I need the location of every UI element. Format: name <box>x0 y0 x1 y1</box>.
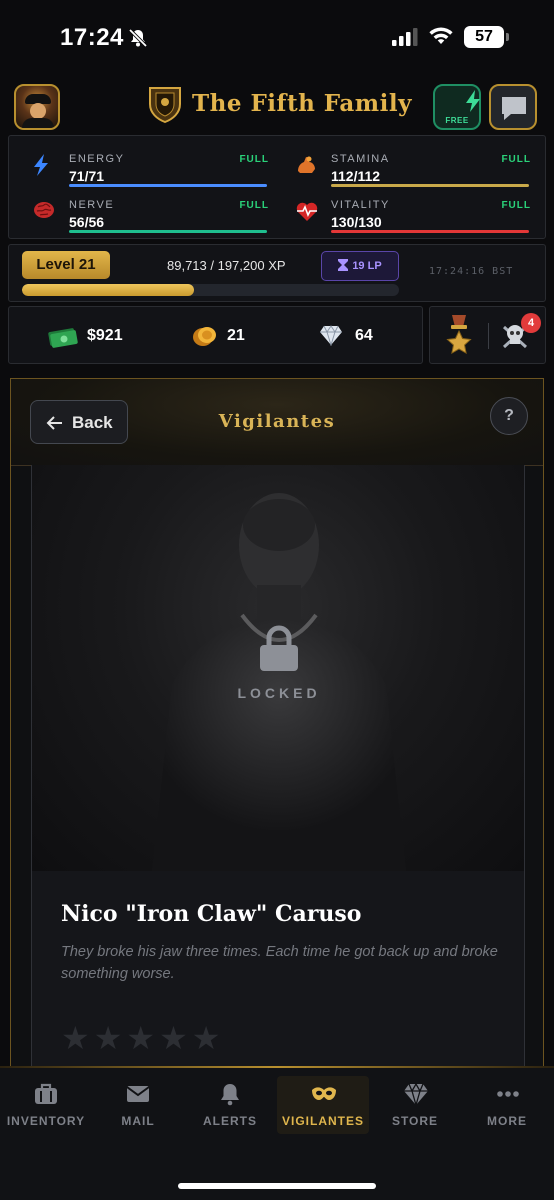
nav-vigilantes[interactable]: VIGILANTES <box>277 1076 369 1134</box>
stat-label: ENERGY <box>69 153 125 165</box>
heartbeat-icon <box>295 200 319 227</box>
mail-icon <box>126 1082 150 1111</box>
nav-mail[interactable]: MAIL <box>92 1076 184 1134</box>
currency-panel: $921 21 64 <box>8 306 423 364</box>
stat-energy[interactable]: ENERGY 71/71 FULL <box>9 142 269 188</box>
stat-label: NERVE <box>69 199 115 211</box>
stat-label: VITALITY <box>331 199 390 211</box>
nav-inventory[interactable]: INVENTORY <box>0 1076 92 1134</box>
signal-icon <box>392 28 418 51</box>
stat-value: 56/56 <box>69 214 105 230</box>
stat-status: FULL <box>239 200 269 211</box>
nav-label: MAIL <box>121 1114 155 1128</box>
xp-progress-fill <box>22 284 194 296</box>
stat-label: STAMINA <box>331 153 390 165</box>
divider <box>488 323 489 349</box>
wifi-icon <box>428 26 454 51</box>
lp-value: 19 LP <box>352 260 382 272</box>
bell-icon <box>218 1082 242 1111</box>
lp-badge[interactable]: 19 LP <box>321 251 399 281</box>
app-header: The Fifth Family FREE <box>0 78 554 134</box>
brain-icon <box>33 200 55 225</box>
level-badge[interactable]: Level 21 <box>22 251 110 279</box>
stat-vitality[interactable]: VITALITY 130/130 FULL <box>271 188 531 234</box>
hourglass-icon <box>338 259 349 271</box>
stats-panel: ENERGY 71/71 FULL STAMINA 112/112 FULL N… <box>8 135 546 239</box>
stat-status: FULL <box>501 154 531 165</box>
free-label: FREE <box>445 116 469 125</box>
flexed-arm-icon <box>295 154 317 181</box>
rewards-panel: 4 <box>429 306 546 364</box>
cash-value: $921 <box>87 327 123 344</box>
energy-bar <box>69 184 267 187</box>
stat-value: 112/112 <box>331 168 381 184</box>
briefcase-icon <box>34 1082 58 1111</box>
status-time: 17:24 <box>60 24 124 51</box>
game-title: The Fifth Family <box>192 90 412 117</box>
xp-text: 89,713 / 197,200 XP <box>167 258 286 273</box>
notification-badge: 4 <box>521 313 541 333</box>
stat-status: FULL <box>239 154 269 165</box>
dots-icon <box>495 1082 521 1111</box>
diamond-icon <box>319 324 343 351</box>
diamonds-value: 64 <box>355 327 373 344</box>
stat-value: 71/71 <box>69 168 105 184</box>
home-indicator[interactable] <box>178 1183 376 1189</box>
vigilantes-panel: Back Vigilantes ? LOCKED Nico "Iron Claw… <box>10 378 544 1070</box>
character-card[interactable]: LOCKED Nico "Iron Claw" Caruso They brok… <box>31 465 525 1070</box>
nav-label: STORE <box>391 1114 439 1128</box>
silent-bell-icon <box>128 28 148 53</box>
medal-icon[interactable] <box>444 315 474 360</box>
character-name: Nico "Iron Claw" Caruso <box>61 901 362 927</box>
nav-more[interactable]: MORE <box>461 1076 553 1134</box>
nav-store[interactable]: STORE <box>369 1076 461 1134</box>
page-header: Back Vigilantes ? <box>11 379 543 466</box>
coins-icon <box>191 324 219 353</box>
status-bar: 17:24 57 <box>0 0 554 78</box>
player-avatar[interactable] <box>14 84 60 130</box>
nerve-bar <box>69 230 267 233</box>
lightning-icon <box>33 154 49 181</box>
character-quote: They broke his jaw three times. Each tim… <box>61 944 498 982</box>
nav-label: INVENTORY <box>6 1114 86 1128</box>
bottom-navigation: INVENTORY MAIL ALERTS VIGILANTES STORE M… <box>0 1068 554 1200</box>
cash-icon <box>47 324 79 353</box>
vitality-bar <box>331 230 529 233</box>
battery-indicator: 57 <box>464 26 509 48</box>
nav-alerts[interactable]: ALERTS <box>184 1076 276 1134</box>
stat-nerve[interactable]: NERVE 56/56 FULL <box>9 188 269 234</box>
stat-value: 130/130 <box>331 214 382 230</box>
coins-value: 21 <box>227 327 245 344</box>
family-crest-icon <box>146 84 184 129</box>
nav-label: ALERTS <box>203 1114 257 1128</box>
help-button[interactable]: ? <box>490 397 528 435</box>
star-rating: ★★★★★ <box>61 1020 225 1056</box>
page-title: Vigilantes <box>218 411 336 432</box>
stamina-bar <box>331 184 529 187</box>
nav-label: VIGILANTES <box>281 1114 364 1128</box>
level-panel: Level 21 89,713 / 197,200 XP 19 LP 17:24… <box>8 244 546 302</box>
stat-stamina[interactable]: STAMINA 112/112 FULL <box>271 142 531 188</box>
chat-button[interactable] <box>489 84 537 130</box>
stat-status: FULL <box>501 200 531 211</box>
nav-label: MORE <box>487 1114 527 1128</box>
locked-label: LOCKED <box>237 685 321 701</box>
diamond-icon <box>403 1082 429 1111</box>
server-clock: 17:24:16 BST <box>429 266 514 277</box>
xp-progress-bar <box>22 284 399 296</box>
chat-bubble-icon <box>502 97 526 120</box>
free-energy-button[interactable]: FREE <box>433 84 481 130</box>
character-portrait: LOCKED <box>32 465 524 871</box>
mask-icon <box>311 1082 337 1111</box>
